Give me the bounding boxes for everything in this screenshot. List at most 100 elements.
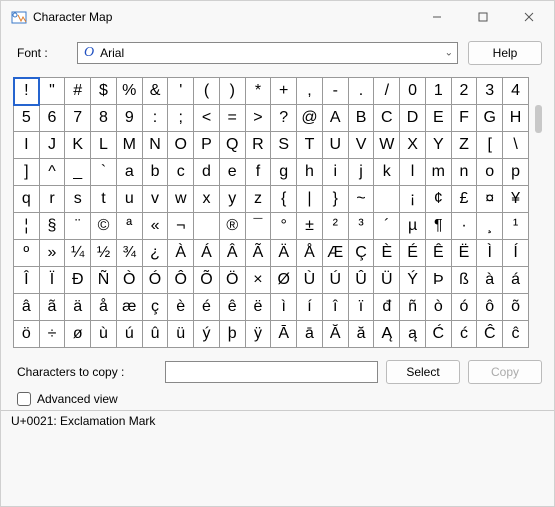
char-cell[interactable]: p	[503, 159, 529, 186]
char-cell[interactable]: .	[348, 78, 374, 105]
char-cell[interactable]: "	[39, 78, 65, 105]
char-cell[interactable]: °	[271, 213, 297, 240]
char-cell[interactable]: ²	[322, 213, 348, 240]
char-cell[interactable]: R	[245, 132, 271, 159]
char-cell[interactable]: Ĉ	[477, 321, 503, 348]
help-button[interactable]: Help	[468, 41, 542, 65]
char-cell[interactable]: ×	[245, 267, 271, 294]
char-cell[interactable]: ý	[194, 321, 220, 348]
char-cell[interactable]: #	[65, 78, 91, 105]
char-cell[interactable]: A	[322, 105, 348, 132]
char-cell[interactable]: 0	[400, 78, 426, 105]
char-cell[interactable]: í	[297, 294, 323, 321]
char-cell[interactable]: 6	[39, 105, 65, 132]
char-cell[interactable]: F	[451, 105, 477, 132]
char-cell[interactable]: c	[168, 159, 194, 186]
char-cell[interactable]: Ø	[271, 267, 297, 294]
char-cell[interactable]: ¸	[477, 213, 503, 240]
char-cell[interactable]: ú	[116, 321, 142, 348]
char-cell[interactable]: ¶	[425, 213, 451, 240]
char-cell[interactable]: ¨	[65, 213, 91, 240]
char-cell[interactable]: ­	[194, 213, 220, 240]
char-cell[interactable]: $	[91, 78, 117, 105]
char-cell[interactable]: ÷	[39, 321, 65, 348]
font-select[interactable]: O Arial ⌄	[77, 42, 458, 64]
char-cell[interactable]: ©	[91, 213, 117, 240]
char-cell[interactable]: j	[348, 159, 374, 186]
char-cell[interactable]: 2	[451, 78, 477, 105]
char-cell[interactable]: đ	[374, 294, 400, 321]
char-cell[interactable]: ^	[39, 159, 65, 186]
char-cell[interactable]: }	[322, 186, 348, 213]
char-cell[interactable]	[374, 186, 400, 213]
char-cell[interactable]: >	[245, 105, 271, 132]
char-cell[interactable]: ù	[91, 321, 117, 348]
char-cell[interactable]: Ó	[142, 267, 168, 294]
char-cell[interactable]: î	[322, 294, 348, 321]
char-cell[interactable]: ¬	[168, 213, 194, 240]
char-cell[interactable]: ³	[348, 213, 374, 240]
char-cell[interactable]: t	[91, 186, 117, 213]
char-cell[interactable]: G	[477, 105, 503, 132]
char-cell[interactable]: £	[451, 186, 477, 213]
char-cell[interactable]: ±	[297, 213, 323, 240]
scrollbar-thumb[interactable]	[535, 105, 542, 133]
char-cell[interactable]: õ	[503, 294, 529, 321]
char-cell[interactable]: ¾	[116, 240, 142, 267]
char-cell[interactable]: -	[322, 78, 348, 105]
char-cell[interactable]: 8	[91, 105, 117, 132]
char-cell[interactable]: u	[116, 186, 142, 213]
character-grid[interactable]: !"#$%&'()*+,-./0123456789:;<=>?@ABCDEFGH…	[13, 77, 529, 348]
char-cell[interactable]: Æ	[322, 240, 348, 267]
char-cell[interactable]: <	[194, 105, 220, 132]
char-cell[interactable]: Õ	[194, 267, 220, 294]
char-cell[interactable]: 1	[425, 78, 451, 105]
char-cell[interactable]: o	[477, 159, 503, 186]
char-cell[interactable]: ¢	[425, 186, 451, 213]
char-cell[interactable]: {	[271, 186, 297, 213]
char-cell[interactable]: C	[374, 105, 400, 132]
char-cell[interactable]: b	[142, 159, 168, 186]
char-cell[interactable]: Ą	[374, 321, 400, 348]
char-cell[interactable]: ą	[400, 321, 426, 348]
char-cell[interactable]: È	[374, 240, 400, 267]
char-cell[interactable]: Ā	[271, 321, 297, 348]
char-cell[interactable]: Ï	[39, 267, 65, 294]
char-cell[interactable]: Ô	[168, 267, 194, 294]
char-cell[interactable]: §	[39, 213, 65, 240]
char-cell[interactable]: i	[322, 159, 348, 186]
char-cell[interactable]: U	[322, 132, 348, 159]
char-cell[interactable]: _	[65, 159, 91, 186]
char-cell[interactable]: ā	[297, 321, 323, 348]
char-cell[interactable]: Ù	[297, 267, 323, 294]
char-cell[interactable]: ó	[451, 294, 477, 321]
char-cell[interactable]: ć	[451, 321, 477, 348]
char-cell[interactable]: E	[425, 105, 451, 132]
char-cell[interactable]: 9	[116, 105, 142, 132]
char-cell[interactable]: Q	[219, 132, 245, 159]
char-cell[interactable]: Ö	[219, 267, 245, 294]
char-cell[interactable]: ;	[168, 105, 194, 132]
char-cell[interactable]: 7	[65, 105, 91, 132]
char-cell[interactable]: Ò	[116, 267, 142, 294]
char-cell[interactable]: ê	[219, 294, 245, 321]
char-cell[interactable]: v	[142, 186, 168, 213]
char-cell[interactable]: 4	[503, 78, 529, 105]
char-cell[interactable]: T	[297, 132, 323, 159]
char-cell[interactable]: É	[400, 240, 426, 267]
char-cell[interactable]: ñ	[400, 294, 426, 321]
char-cell[interactable]: µ	[400, 213, 426, 240]
char-cell[interactable]: Î	[14, 267, 40, 294]
char-cell[interactable]: f	[245, 159, 271, 186]
char-cell[interactable]: ã	[39, 294, 65, 321]
char-cell[interactable]: d	[194, 159, 220, 186]
char-cell[interactable]: Å	[297, 240, 323, 267]
char-cell[interactable]: =	[219, 105, 245, 132]
char-cell[interactable]: n	[451, 159, 477, 186]
char-cell[interactable]: O	[168, 132, 194, 159]
char-cell[interactable]: Z	[451, 132, 477, 159]
char-cell[interactable]: ü	[168, 321, 194, 348]
char-cell[interactable]: ¼	[65, 240, 91, 267]
close-button[interactable]	[506, 2, 552, 32]
char-cell[interactable]: ë	[245, 294, 271, 321]
